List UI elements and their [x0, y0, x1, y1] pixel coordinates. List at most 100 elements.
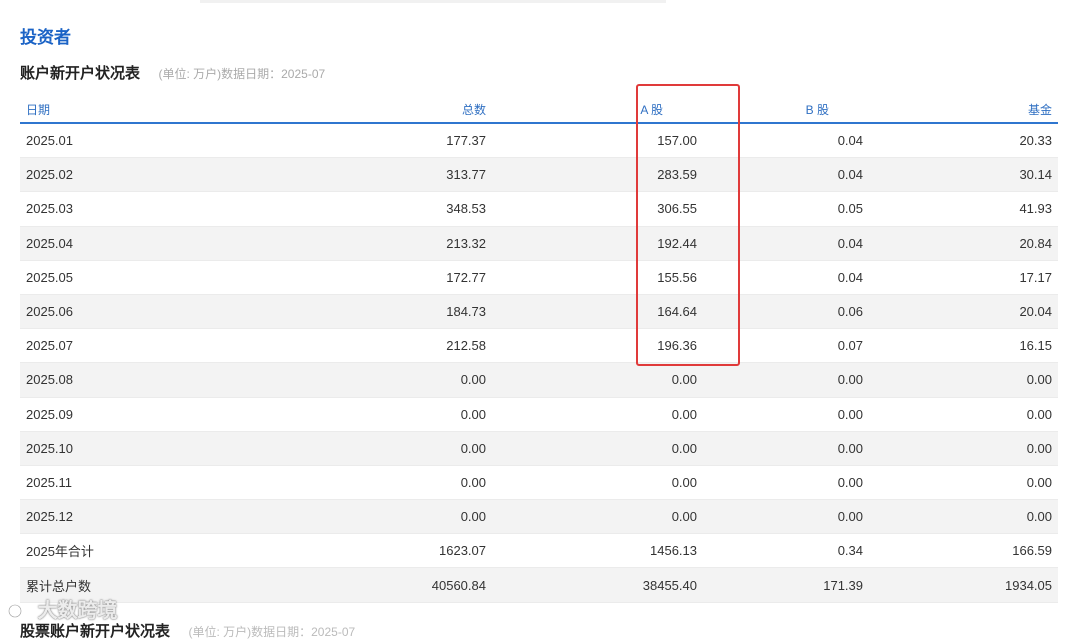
cell-a-share: 0.00	[671, 406, 697, 422]
cell-fund: 0.00	[1026, 440, 1052, 456]
cell-date: 2025.09	[26, 406, 73, 422]
cell-date: 累计总户数	[26, 578, 92, 594]
cell-a-share: 157.00	[657, 133, 697, 149]
cell-total: 0.00	[460, 509, 486, 525]
table-body: 2025.01 177.37 157.00 0.04 20.33 2025.02 313.7…	[20, 124, 1058, 603]
section-title: 投资者	[20, 28, 71, 47]
cell-date: 2025.06	[26, 304, 73, 320]
cell-a-share: 38455.40	[642, 577, 697, 593]
cell-fund: 16.15	[1019, 338, 1052, 354]
cell-b-share: 0.07	[837, 338, 863, 354]
cell-a-share: 0.00	[671, 474, 697, 490]
table-row: 2025.06 184.73 164.64 0.06 20.04	[20, 294, 1058, 330]
cell-a-share: 283.59	[657, 167, 697, 183]
cell-date: 2025.03	[26, 201, 73, 217]
cell-b-share: 171.39	[823, 577, 863, 593]
cell-total: 1623.07	[439, 543, 486, 559]
table-row: 2025.04 213.32 192.44 0.04 20.84	[20, 226, 1058, 261]
cell-b-share: 0.04	[837, 167, 863, 183]
cell-a-share: 306.55	[657, 201, 697, 217]
cell-b-share: 0.00	[837, 474, 863, 490]
cell-fund: 1934.05	[1005, 577, 1052, 593]
cell-total: 40560.84	[431, 577, 486, 593]
cell-b-share: 0.00	[837, 509, 863, 525]
cell-fund: 166.59	[1012, 543, 1052, 559]
table-row: 累计总户数 40560.84 38455.40 171.39 1934.05	[20, 568, 1058, 603]
table-row: 2025.09 0.00 0.00 0.00 0.00	[20, 398, 1058, 432]
cell-b-share: 0.04	[837, 133, 863, 149]
watermark: 大数跨境	[8, 594, 118, 623]
cell-total: 212.58	[446, 338, 486, 354]
cell-a-share: 0.00	[671, 372, 697, 388]
cell-fund: 0.00	[1026, 509, 1052, 525]
cell-total: 0.00	[460, 440, 486, 456]
table-row: 2025.10 0.00 0.00 0.00 0.00	[20, 431, 1058, 466]
cell-b-share: 0.00	[837, 440, 863, 456]
header-fund: 基金	[1027, 102, 1052, 117]
table-row: 2025.05 172.77 155.56 0.04 17.17	[20, 261, 1058, 295]
cell-fund: 17.17	[1019, 269, 1052, 285]
watermark-text: 大数跨境	[37, 600, 118, 622]
next-table-caption: 股票账户新开户状况表 (单位: 万户)数据日期：2025-07	[20, 620, 355, 641]
cell-fund: 0.00	[1026, 372, 1052, 388]
cell-b-share: 0.04	[837, 269, 863, 285]
table-header: 日期 总数 A 股 B 股 基金	[20, 96, 1058, 124]
cell-total: 348.53	[446, 201, 486, 217]
cell-b-share: 0.04	[837, 235, 863, 251]
cell-a-share: 164.64	[657, 304, 697, 320]
cell-b-share: 0.34	[837, 543, 863, 559]
table-row: 2025.07 212.58 196.36 0.07 16.15	[20, 329, 1058, 364]
cell-date: 2025.12	[26, 509, 73, 525]
cell-b-share: 0.06	[837, 304, 863, 320]
cell-total: 313.77	[446, 167, 486, 183]
table-note: (单位: 万户)数据日期：2025-07	[158, 67, 326, 81]
cell-total: 213.32	[446, 235, 486, 251]
header-total: 总数	[461, 102, 486, 117]
cell-total: 0.00	[460, 406, 486, 422]
table-row: 2025.03 348.53 306.55 0.05 41.93	[20, 192, 1058, 227]
cell-a-share: 192.44	[657, 235, 697, 251]
table-row: 2025.12 0.00 0.00 0.00 0.00	[20, 500, 1058, 535]
account-table: 日期 总数 A 股 B 股 基金 2025.01 177.37 157.00 0.04…	[20, 96, 1058, 603]
cell-date: 2025年合计	[26, 544, 94, 560]
table-row: 2025.02 313.77 283.59 0.04 30.14	[20, 158, 1058, 193]
cell-date: 2025.04	[26, 235, 73, 251]
header-b-share: B 股	[805, 102, 829, 117]
cell-fund: 30.14	[1019, 167, 1052, 183]
table-row: 2025.11 0.00 0.00 0.00 0.00	[20, 466, 1058, 501]
cell-date: 2025.07	[26, 338, 73, 354]
cell-fund: 41.93	[1019, 201, 1052, 217]
cell-total: 0.00	[460, 474, 486, 490]
table-title: 账户新开户状况表	[20, 65, 141, 82]
cell-total: 177.37	[446, 133, 486, 149]
next-table-note: (单位: 万户)数据日期：2025-07	[188, 625, 356, 639]
cell-fund: 20.33	[1019, 133, 1052, 149]
header-date: 日期	[26, 102, 51, 117]
cell-total: 184.73	[446, 304, 486, 320]
top-divider	[200, 0, 666, 3]
table-row: 2025.01 177.37 157.00 0.04 20.33	[20, 124, 1058, 159]
cell-date: 2025.05	[26, 269, 73, 285]
cell-a-share: 155.56	[657, 269, 697, 285]
cell-b-share: 0.05	[837, 201, 863, 217]
table-row: 2025年合计 1623.07 1456.13 0.34 166.59	[20, 534, 1058, 569]
cell-date: 2025.11	[26, 474, 73, 490]
cell-date: 2025.01	[26, 133, 73, 149]
cell-a-share: 196.36	[657, 338, 697, 354]
cell-fund: 20.84	[1019, 235, 1052, 251]
cell-b-share: 0.00	[837, 406, 863, 422]
cell-total: 172.77	[446, 269, 486, 285]
cell-fund: 0.00	[1026, 474, 1052, 490]
cell-date: 2025.02	[26, 167, 73, 183]
brand-logo-icon	[8, 602, 32, 622]
cell-a-share: 0.00	[671, 509, 697, 525]
cell-date: 2025.08	[26, 372, 73, 388]
cell-a-share: 1456.13	[650, 543, 697, 559]
next-table-title: 股票账户新开户状况表	[20, 623, 171, 640]
table-caption: 账户新开户状况表 (单位: 万户)数据日期：2025-07	[20, 62, 325, 83]
cell-total: 0.00	[460, 372, 486, 388]
cell-b-share: 0.00	[837, 372, 863, 388]
cell-fund: 20.04	[1019, 304, 1052, 320]
cell-fund: 0.00	[1026, 406, 1052, 422]
cell-a-share: 0.00	[671, 440, 697, 456]
